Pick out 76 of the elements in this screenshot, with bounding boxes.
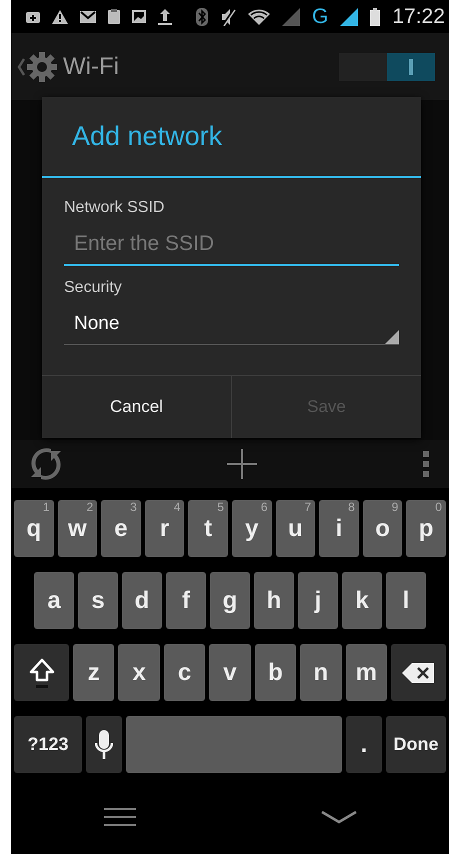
- key[interactable]: h: [254, 572, 294, 629]
- notification-icon: [26, 10, 40, 24]
- key-hint: 5: [217, 501, 224, 513]
- hide-keyboard-icon[interactable]: [320, 810, 356, 824]
- text-field[interactable]: Enter the SSID: [64, 220, 399, 266]
- key-hint: 7: [304, 501, 312, 513]
- key-hint: 4: [174, 501, 180, 513]
- key-hint: 3: [130, 501, 137, 513]
- screen-title: Wi-Fi: [63, 52, 119, 82]
- overflow-menu-icon[interactable]: [423, 451, 429, 477]
- dropdown[interactable]: None: [64, 300, 399, 345]
- key[interactable]: p 0: [406, 500, 446, 557]
- key[interactable]: k: [342, 572, 382, 629]
- key[interactable]: w 2: [58, 500, 98, 557]
- key[interactable]: t 5: [188, 500, 228, 557]
- key[interactable]: f: [166, 572, 206, 629]
- key[interactable]: c: [164, 644, 206, 701]
- field-label: Network SSID: [64, 198, 166, 218]
- signal-icon: [282, 8, 300, 26]
- backspace-icon: [402, 662, 434, 682]
- key[interactable]: o 9: [362, 500, 402, 557]
- dropdown-corner-icon: [385, 330, 399, 344]
- clipboard-icon: [108, 9, 120, 24]
- key[interactable]: i 8: [319, 500, 359, 557]
- done-key[interactable]: Done: [386, 716, 446, 773]
- dialog-title: Add network: [42, 97, 421, 178]
- voice-input-key[interactable]: [86, 716, 122, 773]
- key[interactable]: v: [209, 644, 251, 701]
- key[interactable]: z: [73, 644, 114, 701]
- period-key[interactable]: .: [346, 716, 382, 773]
- key[interactable]: l: [386, 572, 426, 629]
- switch-thumb-icon: [409, 58, 413, 74]
- key[interactable]: g: [210, 572, 250, 629]
- key-hint: 1: [42, 501, 50, 513]
- field-label: Security: [64, 278, 123, 298]
- signal-icon: [340, 8, 358, 26]
- backspace-key[interactable]: [390, 644, 446, 701]
- wifi-icon: [248, 8, 270, 24]
- key-hint: 9: [392, 501, 398, 513]
- shift-icon: [28, 658, 54, 688]
- wifi-switch[interactable]: [339, 52, 435, 80]
- warning-icon: [52, 10, 68, 24]
- key[interactable]: r 4: [144, 500, 184, 557]
- network-type: G: [312, 6, 328, 27]
- bluetooth-icon: [196, 8, 208, 26]
- key[interactable]: b: [254, 644, 296, 701]
- key-hint: 2: [86, 501, 94, 513]
- key[interactable]: d: [122, 572, 162, 629]
- key-hint: 8: [348, 501, 355, 513]
- settings-icon[interactable]: [25, 50, 59, 84]
- microphone-icon: [95, 730, 113, 760]
- key[interactable]: s: [78, 572, 118, 629]
- key[interactable]: u 7: [276, 500, 316, 557]
- menu-icon[interactable]: [104, 808, 136, 826]
- key[interactable]: n: [300, 644, 342, 701]
- refresh-icon[interactable]: [31, 447, 61, 481]
- key[interactable]: a: [34, 572, 74, 629]
- symbols-key[interactable]: ?123: [14, 716, 82, 773]
- clock: 17:22: [392, 4, 445, 30]
- key[interactable]: q 1: [14, 500, 54, 557]
- muted-icon: [220, 8, 236, 26]
- key[interactable]: e 3: [101, 500, 141, 557]
- key[interactable]: m: [346, 644, 387, 701]
- key[interactable]: y 6: [232, 500, 272, 557]
- key-hint: 0: [435, 501, 442, 513]
- cancel-button[interactable]: Cancel: [42, 376, 231, 438]
- back-icon[interactable]: [17, 58, 25, 76]
- key-hint: 6: [260, 501, 268, 513]
- key[interactable]: x: [118, 644, 160, 701]
- shift-key[interactable]: [14, 644, 69, 701]
- key[interactable]: j: [298, 572, 338, 629]
- add-icon[interactable]: [227, 449, 257, 479]
- upload-icon: [158, 8, 172, 24]
- battery-icon: [370, 8, 380, 26]
- mail-icon: [80, 10, 96, 22]
- image-icon: [132, 10, 146, 23]
